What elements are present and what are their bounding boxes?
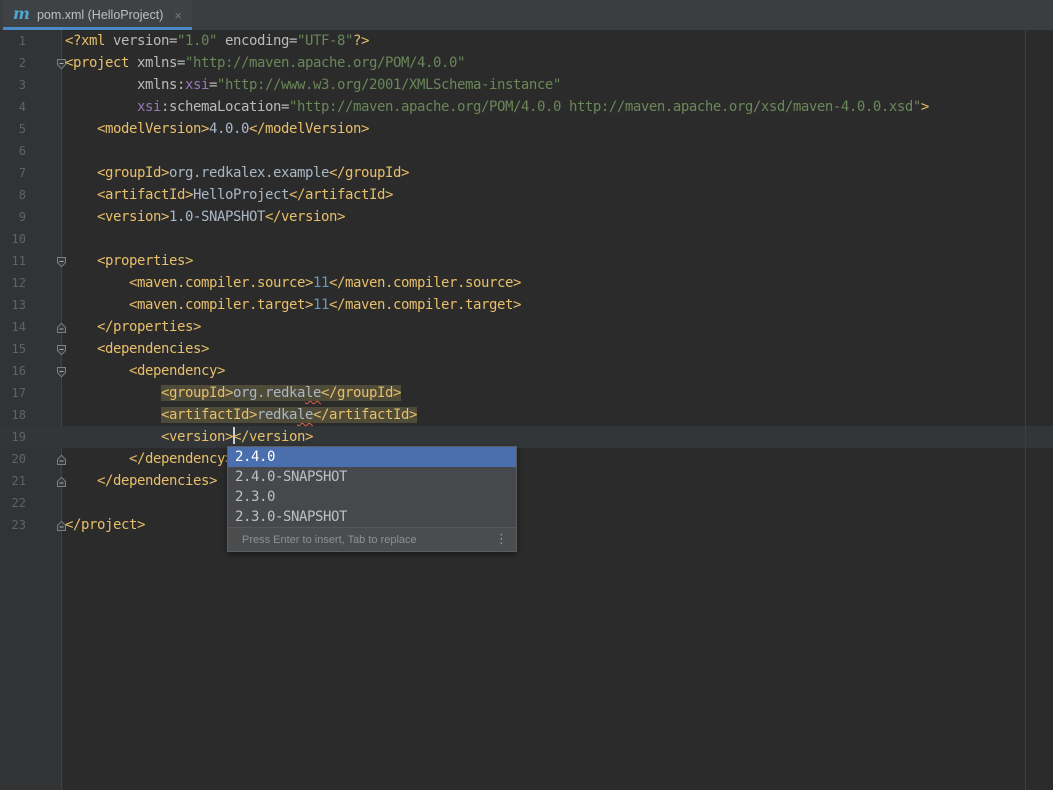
code-text: <dependencies> — [65, 338, 209, 360]
code-text: <version></version> — [65, 426, 313, 448]
completion-hint: Press Enter to insert, Tab to replace — [242, 534, 495, 546]
code-line[interactable]: 13 <maven.compiler.target>11</maven.comp… — [0, 294, 1053, 316]
code-text: <artifactId>HelloProject</artifactId> — [65, 184, 393, 206]
code-line[interactable]: 11 <properties> — [0, 250, 1053, 272]
code-line[interactable]: 20 </dependency> — [0, 448, 1053, 470]
completion-list: 2.4.02.4.0-SNAPSHOT2.3.02.3.0-SNAPSHOT — [228, 447, 516, 527]
code-line[interactable]: 16 <dependency> — [0, 360, 1053, 382]
code-text: </properties> — [65, 316, 201, 338]
code-line[interactable]: 2 <project xmlns="http://maven.apache.org… — [0, 52, 1053, 74]
line-number: 15 — [0, 338, 26, 360]
completion-item[interactable]: 2.3.0-SNAPSHOT — [228, 507, 516, 527]
code-text: <version>1.0-SNAPSHOT</version> — [65, 206, 345, 228]
code-line[interactable]: 7 <groupId>org.redkalex.example</groupId… — [0, 162, 1053, 184]
line-number: 5 — [0, 118, 26, 140]
code-text: <modelVersion>4.0.0</modelVersion> — [65, 118, 369, 140]
code-text: <project xmlns="http://maven.apache.org/… — [65, 52, 465, 74]
code-line[interactable]: 10 — [0, 228, 1053, 250]
code-text: xsi:schemaLocation="http://maven.apache.… — [65, 96, 929, 118]
code-text: </dependencies> — [65, 470, 217, 492]
line-number: 18 — [0, 404, 26, 426]
code-line[interactable]: 5 <modelVersion>4.0.0</modelVersion> — [0, 118, 1053, 140]
line-number: 9 — [0, 206, 26, 228]
line-number: 3 — [0, 74, 26, 96]
code-text: <artifactId>redkale</artifactId> — [65, 404, 417, 426]
code-line[interactable]: 3 xmlns:xsi="http://www.w3.org/2001/XMLS… — [0, 74, 1053, 96]
completion-footer: Press Enter to insert, Tab to replace ⋮ — [228, 527, 516, 551]
code-line[interactable]: 23 </project> — [0, 514, 1053, 536]
code-text: <dependency> — [65, 360, 225, 382]
line-number: 8 — [0, 184, 26, 206]
line-number: 23 — [0, 514, 26, 536]
line-number: 16 — [0, 360, 26, 382]
code-line[interactable]: 1 <?xml version="1.0" encoding="UTF-8"?> — [0, 30, 1053, 52]
line-number: 13 — [0, 294, 26, 316]
line-number: 4 — [0, 96, 26, 118]
code-line[interactable]: 8 <artifactId>HelloProject</artifactId> — [0, 184, 1053, 206]
code-editor[interactable]: 1<?xml version="1.0" encoding="UTF-8"?>2… — [0, 30, 1053, 790]
maven-file-icon: m — [13, 6, 30, 22]
editor-tab-bar: m pom.xml (HelloProject) × — [0, 0, 1053, 30]
completion-item[interactable]: 2.4.0-SNAPSHOT — [228, 467, 516, 487]
line-number: 20 — [0, 448, 26, 470]
code-text: <groupId>org.redkalex.example</groupId> — [65, 162, 409, 184]
line-number: 22 — [0, 492, 26, 514]
tab-close-icon[interactable]: × — [174, 9, 182, 22]
code-line[interactable]: 21 </dependencies> — [0, 470, 1053, 492]
line-number: 14 — [0, 316, 26, 338]
code-lines: 1<?xml version="1.0" encoding="UTF-8"?>2… — [0, 30, 1053, 536]
code-text: <maven.compiler.source>11</maven.compile… — [65, 272, 521, 294]
line-number: 19 — [0, 426, 26, 448]
line-number: 6 — [0, 140, 26, 162]
code-text: </dependency> — [65, 448, 233, 470]
line-number: 12 — [0, 272, 26, 294]
code-line[interactable]: 14 </properties> — [0, 316, 1053, 338]
code-line[interactable]: 15 <dependencies> — [0, 338, 1053, 360]
line-number: 21 — [0, 470, 26, 492]
code-text: </project> — [65, 514, 145, 536]
completion-popup: 2.4.02.4.0-SNAPSHOT2.3.02.3.0-SNAPSHOT P… — [227, 446, 517, 552]
code-line[interactable]: 19 <version></version> — [0, 426, 1053, 448]
line-number: 10 — [0, 228, 26, 250]
line-number: 17 — [0, 382, 26, 404]
ide-window: m pom.xml (HelloProject) × 1 <?xml versio… — [0, 0, 1053, 790]
code-line[interactable]: 12 <maven.compiler.source>11</maven.comp… — [0, 272, 1053, 294]
line-number: 1 — [0, 30, 26, 52]
line-number: 7 — [0, 162, 26, 184]
code-text: <?xml version="1.0" encoding="UTF-8"?> — [65, 30, 369, 52]
code-line[interactable]: 18 <artifactId>redkale</artifactId> — [0, 404, 1053, 426]
code-line[interactable]: 9 <version>1.0-SNAPSHOT</version> — [0, 206, 1053, 228]
code-line[interactable]: 17 <groupId>org.redkale</groupId> — [0, 382, 1053, 404]
code-text: <groupId>org.redkale</groupId> — [65, 382, 401, 404]
code-line[interactable]: 4 xsi:schemaLocation="http://maven.apach… — [0, 96, 1053, 118]
code-text: <maven.compiler.target>11</maven.compile… — [65, 294, 521, 316]
code-text: xmlns:xsi="http://www.w3.org/2001/XMLSch… — [65, 74, 561, 96]
line-number: 2 — [0, 52, 26, 74]
completion-item[interactable]: 2.3.0 — [228, 487, 516, 507]
code-text: <properties> — [65, 250, 193, 272]
more-options-icon[interactable]: ⋮ — [495, 533, 508, 546]
tab-title: pom.xml (HelloProject) — [37, 8, 163, 22]
tab-pom-xml[interactable]: m pom.xml (HelloProject) × — [3, 0, 192, 30]
code-line[interactable]: 6 — [0, 140, 1053, 162]
completion-item[interactable]: 2.4.0 — [228, 447, 516, 467]
line-number: 11 — [0, 250, 26, 272]
code-line[interactable]: 22 — [0, 492, 1053, 514]
